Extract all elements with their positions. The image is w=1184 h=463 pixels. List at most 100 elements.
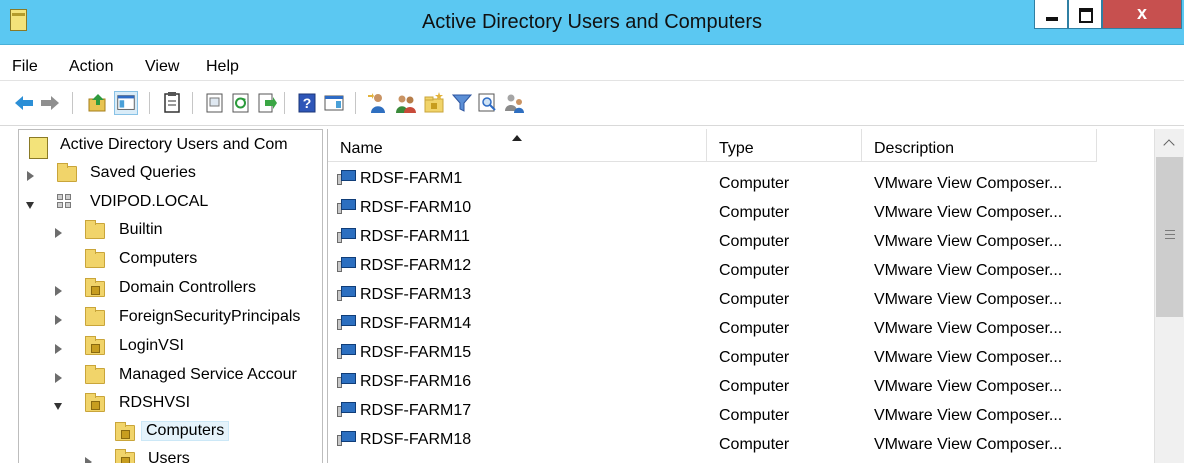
column-header-description[interactable]: Description (862, 129, 1097, 162)
delegate-control-icon[interactable] (502, 91, 526, 115)
computer-icon (337, 170, 357, 186)
tree-label: Computers (119, 250, 198, 267)
window-title: Active Directory Users and Computers (421, 11, 763, 33)
ou-folder-icon (115, 449, 135, 463)
tree-label: Users (148, 450, 190, 463)
menu-help[interactable]: Help (206, 58, 239, 76)
table-row[interactable]: RDSF-FARM11 Computer VMware View Compose… (328, 220, 1154, 250)
title-bar[interactable]: Active Directory Users and Computers x (0, 0, 1184, 45)
cell-name: RDSF-FARM14 (360, 315, 472, 332)
grip-icon (1165, 230, 1175, 239)
tree-label: Active Directory Users and Com (60, 136, 288, 153)
cell-name: RDSF-FARM10 (360, 199, 472, 216)
menu-view[interactable]: View (145, 58, 179, 76)
cell-name: RDSF-FARM18 (360, 431, 472, 448)
forward-arrow-icon[interactable] (38, 91, 62, 115)
computer-icon (337, 199, 357, 215)
column-header-type[interactable]: Type (707, 129, 862, 162)
show-console-tree-icon[interactable] (114, 91, 138, 115)
up-folder-icon[interactable] (86, 91, 110, 115)
computer-icon (337, 228, 357, 244)
table-row[interactable]: RDSF-FARM15 Computer VMware View Compose… (328, 336, 1154, 366)
expand-icon[interactable] (55, 344, 62, 354)
expand-icon[interactable] (55, 286, 62, 296)
menu-file[interactable]: File (12, 58, 38, 76)
sort-ascending-icon (512, 135, 522, 141)
column-header-name[interactable]: Name (328, 129, 707, 162)
tree-item-saved-queries[interactable]: Saved Queries (19, 162, 319, 188)
table-row[interactable]: RDSF-FARM13 Computer VMware View Compose… (328, 278, 1154, 308)
tree-label: ForeignSecurityPrincipals (119, 308, 301, 325)
console-tree[interactable]: Active Directory Users and Com Saved Que… (18, 129, 323, 463)
close-icon: x (1136, 3, 1147, 23)
export-icon[interactable] (255, 91, 279, 115)
tree-label: Domain Controllers (119, 279, 256, 296)
toolbar: ? (0, 82, 1184, 126)
table-row[interactable]: RDSF-FARM18 Computer VMware View Compose… (328, 423, 1154, 453)
table-row[interactable]: RDSF-FARM12 Computer VMware View Compose… (328, 249, 1154, 279)
cell-name: RDSF-FARM16 (360, 373, 472, 390)
collapse-icon[interactable] (54, 403, 62, 410)
tree-item-rdshvsi[interactable]: RDSHVSI (19, 392, 319, 418)
back-arrow-icon[interactable] (12, 91, 36, 115)
cell-name: RDSF-FARM13 (360, 286, 472, 303)
tree-item-loginvsi[interactable]: LoginVSI (19, 335, 319, 361)
tree-root[interactable]: Active Directory Users and Com (19, 134, 319, 160)
computer-icon (337, 431, 357, 447)
computer-icon (337, 286, 357, 302)
expand-icon[interactable] (27, 171, 34, 181)
aduc-icon (29, 137, 48, 159)
folder-icon (85, 220, 105, 239)
menu-action[interactable]: Action (69, 58, 113, 76)
vertical-scrollbar[interactable] (1154, 129, 1184, 463)
cell-name: RDSF-FARM11 (360, 228, 470, 245)
refresh-icon[interactable] (229, 91, 253, 115)
expand-icon[interactable] (55, 228, 62, 238)
tree-item-foreign-security-principals[interactable]: ForeignSecurityPrincipals (19, 306, 319, 332)
cell-type: Computer (719, 436, 790, 453)
tree-label: Builtin (119, 221, 163, 238)
table-row[interactable]: RDSF-FARM14 Computer VMware View Compose… (328, 307, 1154, 337)
expand-icon[interactable] (55, 315, 62, 325)
new-ou-icon[interactable] (422, 91, 446, 115)
svg-text:?: ? (303, 95, 312, 111)
details-list[interactable]: Name Type Description RDSF-FARM1 Compute… (327, 129, 1184, 463)
maximize-button[interactable] (1068, 0, 1102, 29)
folder-icon (85, 365, 105, 384)
tree-item-managed-service-accounts[interactable]: Managed Service Accour (19, 364, 319, 390)
new-group-icon[interactable] (394, 91, 418, 115)
tree-item-rdshvsi-computers[interactable]: Computers (19, 421, 319, 447)
tree-item-domain[interactable]: VDIPOD.LOCAL (19, 191, 319, 217)
tree-item-rdshvsi-users[interactable]: Users (19, 448, 319, 463)
table-row[interactable]: RDSF-FARM16 Computer VMware View Compose… (328, 365, 1154, 395)
ou-folder-icon (115, 422, 135, 441)
expand-icon[interactable] (55, 373, 62, 383)
tree-label: Managed Service Accour (119, 366, 297, 383)
new-user-icon[interactable] (366, 91, 390, 115)
expand-icon[interactable] (85, 457, 92, 463)
computer-icon (337, 344, 357, 360)
tree-item-builtin[interactable]: Builtin (19, 219, 319, 245)
properties-icon[interactable] (160, 91, 184, 115)
scroll-up-button[interactable] (1155, 129, 1184, 157)
computer-icon (337, 373, 357, 389)
table-row[interactable]: RDSF-FARM17 Computer VMware View Compose… (328, 394, 1154, 424)
action-pane-icon[interactable] (322, 91, 346, 115)
collapse-icon[interactable] (26, 202, 34, 209)
menu-bar: File Action View Help (0, 45, 1184, 81)
table-row[interactable]: RDSF-FARM1 Computer VMware View Composer… (328, 162, 1154, 192)
close-button[interactable]: x (1102, 0, 1182, 29)
export-list-icon[interactable] (203, 91, 227, 115)
filter-icon[interactable] (450, 91, 474, 115)
find-icon[interactable] (476, 91, 500, 115)
help-icon[interactable]: ? (295, 91, 319, 115)
tree-item-computers[interactable]: Computers (19, 248, 319, 274)
computer-icon (337, 402, 357, 418)
tree-label: Saved Queries (90, 164, 196, 181)
table-row[interactable]: RDSF-FARM10 Computer VMware View Compose… (328, 191, 1154, 221)
tree-label: RDSHVSI (119, 394, 191, 411)
tree-item-domain-controllers[interactable]: Domain Controllers (19, 277, 319, 303)
minimize-button[interactable] (1034, 0, 1068, 29)
computer-icon (337, 257, 357, 273)
scroll-thumb[interactable] (1156, 157, 1183, 317)
